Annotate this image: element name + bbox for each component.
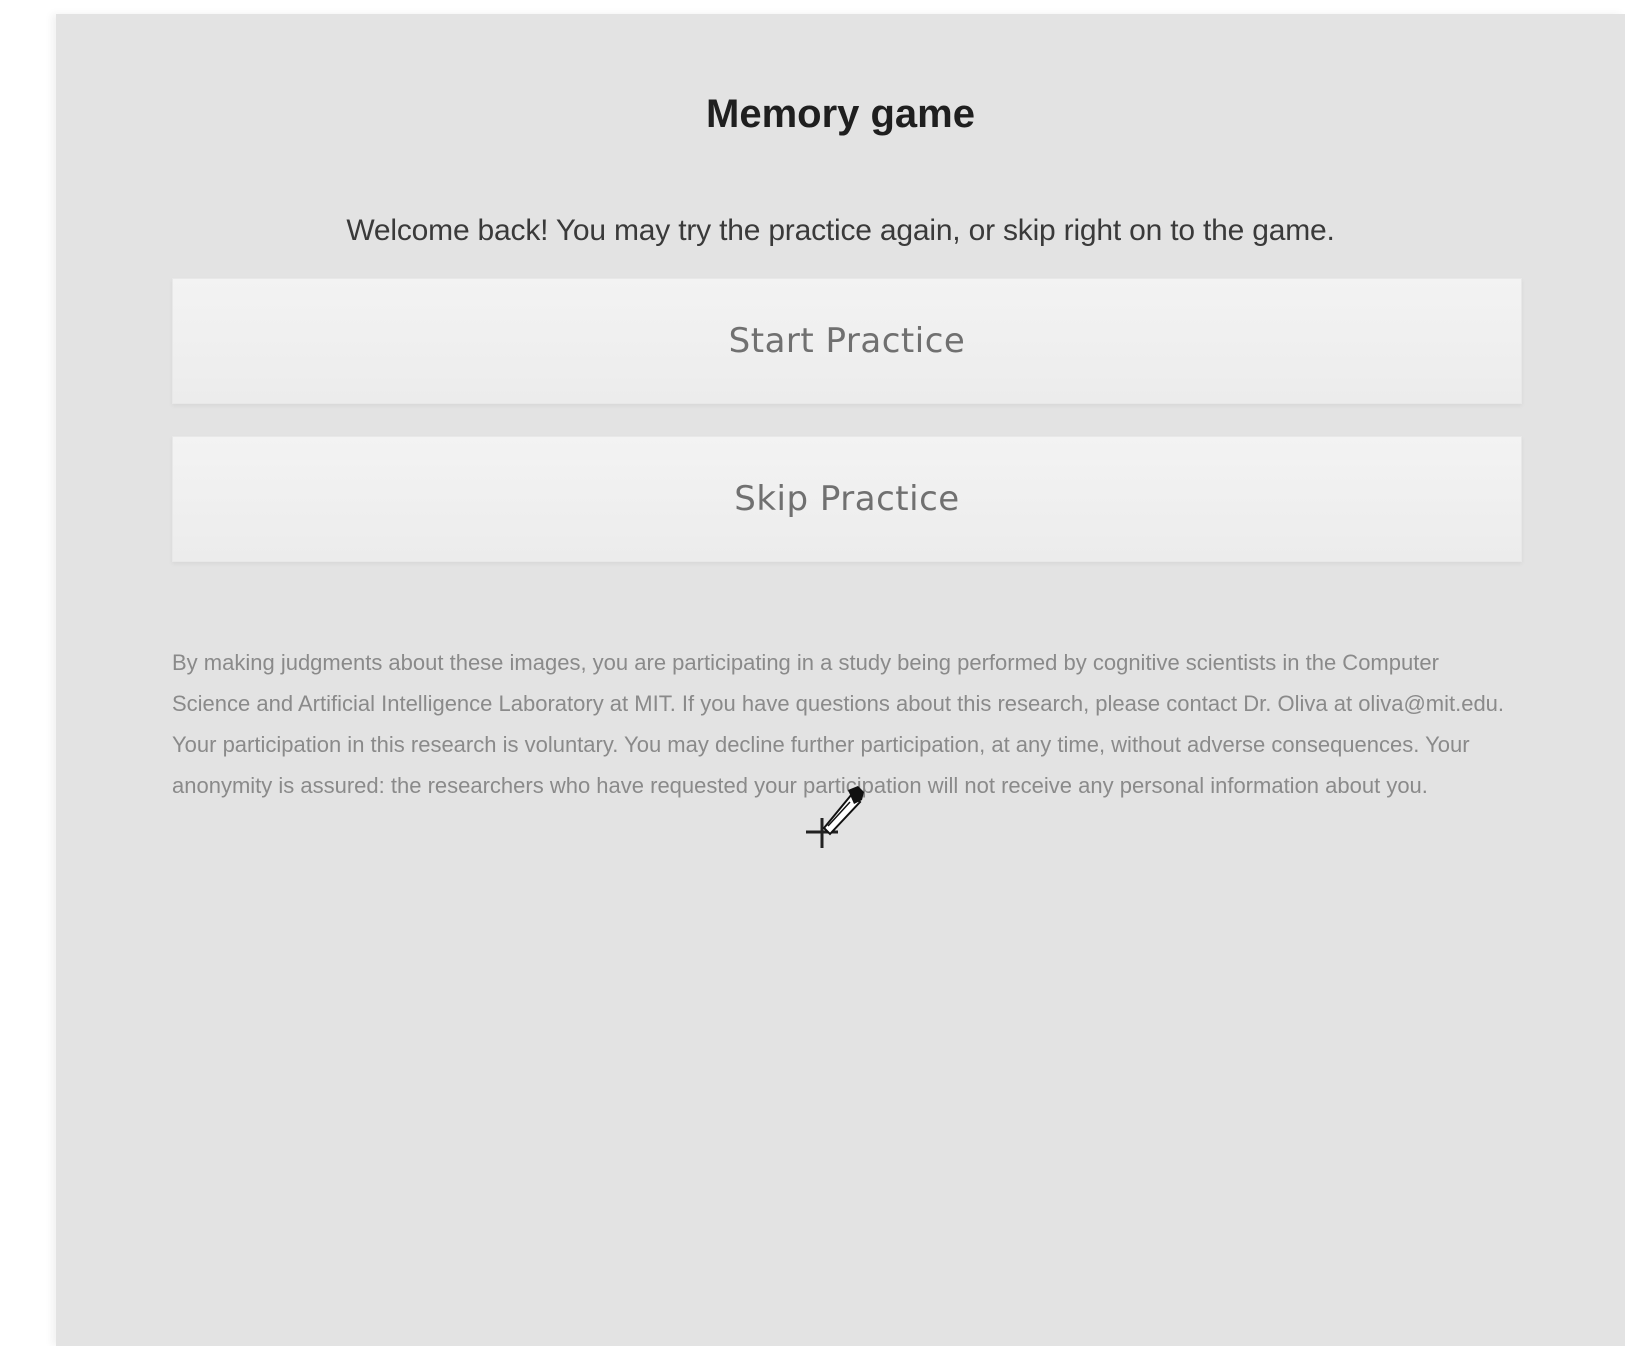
start-practice-button[interactable]: Start Practice — [172, 278, 1522, 404]
eyedropper-cursor-icon — [806, 786, 864, 848]
page-title: Memory game — [706, 92, 975, 136]
welcome-message: Welcome back! You may try the practice a… — [346, 214, 1335, 247]
start-practice-label: Start Practice — [728, 321, 966, 361]
skip-practice-button[interactable]: Skip Practice — [172, 436, 1522, 562]
skip-practice-label: Skip Practice — [734, 479, 960, 519]
game-panel: Memory game Welcome back! You may try th… — [56, 14, 1625, 1346]
